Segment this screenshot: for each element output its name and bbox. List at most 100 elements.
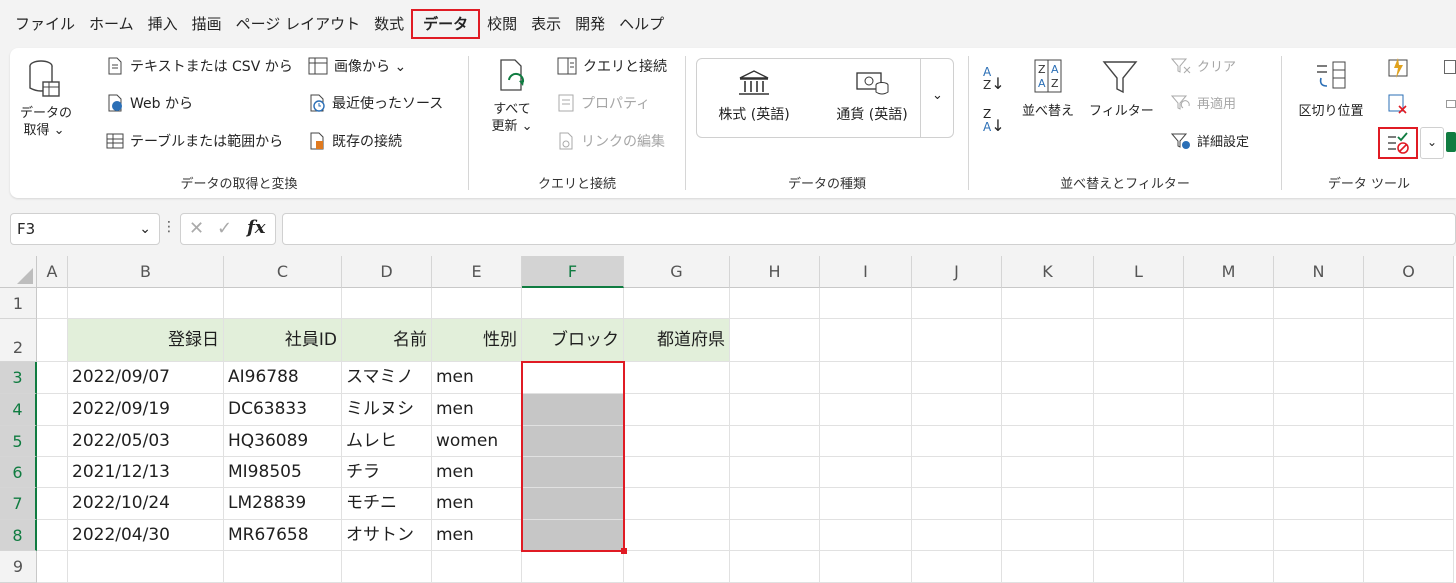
formula-input[interactable]	[282, 213, 1456, 245]
flash-fill-button[interactable]	[1386, 56, 1410, 80]
selected-cell[interactable]	[522, 426, 624, 457]
tab-data[interactable]: データ	[411, 9, 481, 39]
column-header-i[interactable]: I	[820, 256, 912, 288]
remove-duplicates-button[interactable]	[1386, 92, 1410, 116]
cell[interactable]	[1094, 426, 1184, 457]
cell[interactable]	[1184, 394, 1274, 426]
cell[interactable]	[624, 551, 730, 583]
column-header-f[interactable]: F	[522, 256, 624, 288]
advanced-filter-button[interactable]: 詳細設定	[1171, 131, 1249, 150]
table-cell[interactable]: LM28839	[224, 488, 342, 520]
cell[interactable]	[730, 426, 820, 457]
stocks-button[interactable]: 株式 (英語)	[708, 68, 800, 124]
cell[interactable]	[624, 362, 730, 394]
cell[interactable]	[224, 288, 342, 319]
sort-ascending-button[interactable]: A Z↓	[983, 66, 1005, 92]
table-cell[interactable]: AI96788	[224, 362, 342, 394]
cell[interactable]	[912, 488, 1002, 520]
table-cell[interactable]: ムレヒ	[342, 426, 432, 457]
cell[interactable]	[820, 394, 912, 426]
cell[interactable]	[1364, 488, 1454, 520]
cell[interactable]	[730, 488, 820, 520]
cell[interactable]	[624, 457, 730, 488]
table-cell[interactable]: women	[432, 426, 522, 457]
table-cell[interactable]: men	[432, 488, 522, 520]
column-header-m[interactable]: M	[1184, 256, 1274, 288]
cell[interactable]	[1002, 362, 1094, 394]
cell[interactable]	[624, 520, 730, 551]
cell[interactable]	[1364, 520, 1454, 551]
cell[interactable]	[820, 319, 912, 362]
table-cell[interactable]: 2022/09/07	[68, 362, 224, 394]
column-header-k[interactable]: K	[1002, 256, 1094, 288]
cell[interactable]	[730, 520, 820, 551]
data-validation-dropdown[interactable]: ⌄	[1420, 127, 1444, 159]
row-header-2[interactable]: 2	[0, 319, 37, 362]
column-header-j[interactable]: J	[912, 256, 1002, 288]
tab-page-layout[interactable]: ページ レイアウト	[229, 9, 367, 39]
column-header-c[interactable]: C	[224, 256, 342, 288]
cell[interactable]	[1364, 426, 1454, 457]
get-data-button[interactable]: データの 取得 ⌄	[20, 58, 72, 139]
tab-view[interactable]: 表示	[524, 9, 568, 39]
table-cell[interactable]: ミルヌシ	[342, 394, 432, 426]
cell[interactable]	[432, 551, 522, 583]
cell[interactable]	[1274, 362, 1364, 394]
cell[interactable]	[1364, 394, 1454, 426]
cell[interactable]	[912, 362, 1002, 394]
table-cell[interactable]: men	[432, 520, 522, 551]
selected-cell[interactable]	[522, 520, 624, 551]
cell[interactable]	[1274, 457, 1364, 488]
column-header-b[interactable]: B	[68, 256, 224, 288]
row-header-9[interactable]: 9	[0, 551, 37, 583]
column-header-e[interactable]: E	[432, 256, 522, 288]
row-header-7[interactable]: 7	[0, 488, 37, 520]
cancel-icon[interactable]: ✕	[189, 218, 204, 239]
worksheet-grid[interactable]: A B C D E F G H I J K L M N O 1 2 3 4 5 6 7 8 9 登録日 社員ID 名前 性別 ブロック都…	[0, 256, 1456, 583]
cell[interactable]	[1364, 457, 1454, 488]
column-header-h[interactable]: H	[730, 256, 820, 288]
cell[interactable]	[1094, 457, 1184, 488]
cell[interactable]	[37, 319, 68, 362]
recent-sources-button[interactable]: 最近使ったソース	[308, 93, 443, 113]
selected-cell[interactable]	[522, 488, 624, 520]
enter-icon[interactable]: ✓	[217, 218, 232, 239]
cell[interactable]	[224, 551, 342, 583]
data-model-icon[interactable]	[1446, 132, 1456, 152]
tab-formulas[interactable]: 数式	[367, 9, 411, 39]
cell[interactable]	[37, 551, 68, 583]
consolidate-icon[interactable]	[1444, 60, 1456, 74]
cell[interactable]	[730, 288, 820, 319]
cell[interactable]	[912, 394, 1002, 426]
cell[interactable]	[1094, 488, 1184, 520]
cell[interactable]	[1364, 551, 1454, 583]
table-cell[interactable]: 2022/04/30	[68, 520, 224, 551]
cell[interactable]	[1184, 520, 1274, 551]
table-cell[interactable]: 2021/12/13	[68, 457, 224, 488]
column-header-n[interactable]: N	[1274, 256, 1364, 288]
table-header-cell[interactable]: 性別	[432, 319, 522, 362]
cell[interactable]	[624, 426, 730, 457]
table-cell[interactable]: MR67658	[224, 520, 342, 551]
table-cell[interactable]: 2022/05/03	[68, 426, 224, 457]
row-header-1[interactable]: 1	[0, 288, 37, 319]
cell[interactable]	[912, 288, 1002, 319]
cell[interactable]	[68, 288, 224, 319]
cell[interactable]	[1274, 319, 1364, 362]
row-header-8[interactable]: 8	[0, 520, 37, 551]
existing-connections-button[interactable]: 既存の接続	[308, 131, 402, 151]
cell[interactable]	[1002, 457, 1094, 488]
column-header-g[interactable]: G	[624, 256, 730, 288]
column-header-a[interactable]: A	[37, 256, 68, 288]
cell[interactable]	[522, 551, 624, 583]
cell[interactable]	[1274, 551, 1364, 583]
cell[interactable]	[820, 362, 912, 394]
table-cell[interactable]: オサトン	[342, 520, 432, 551]
table-cell[interactable]: men	[432, 457, 522, 488]
tab-insert[interactable]: 挿入	[141, 9, 185, 39]
cell[interactable]	[68, 551, 224, 583]
tab-help[interactable]: ヘルプ	[612, 9, 671, 39]
table-cell[interactable]: DC63833	[224, 394, 342, 426]
cell[interactable]	[1274, 488, 1364, 520]
column-header-d[interactable]: D	[342, 256, 432, 288]
